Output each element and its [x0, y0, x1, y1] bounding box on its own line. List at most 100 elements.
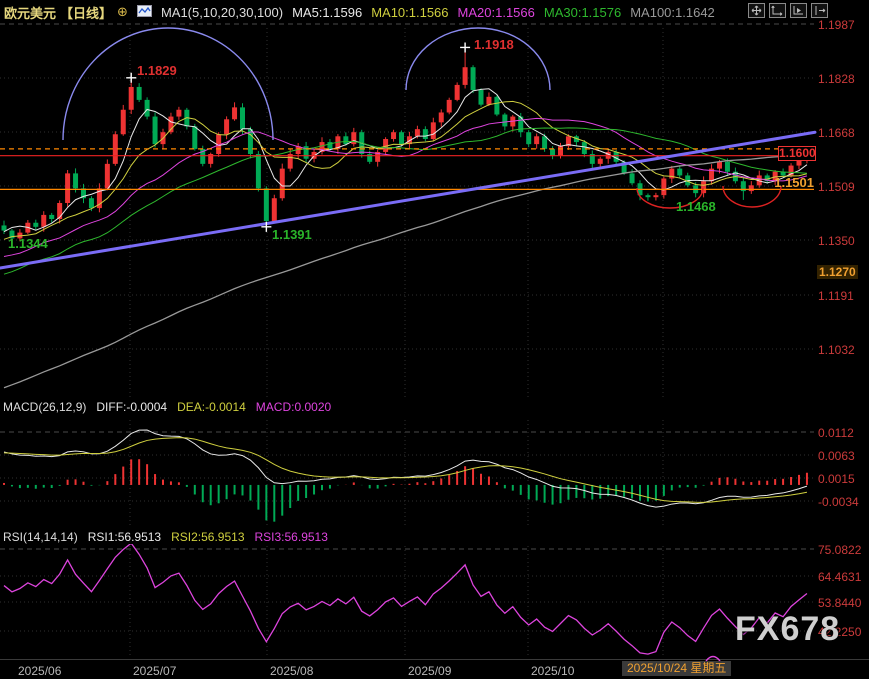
macd-axis-tick: 0.0063: [818, 449, 855, 463]
candle-body: [749, 185, 754, 191]
candle-body: [526, 132, 531, 144]
price-annotation: 1.1344: [8, 236, 49, 251]
candle-body: [65, 173, 70, 203]
candle-body: [701, 181, 706, 193]
time-axis-tick: 2025/09: [408, 664, 451, 678]
candle-body: [471, 67, 476, 90]
macd-axis-tick: 0.0015: [818, 472, 855, 486]
pan-move-icon[interactable]: [748, 3, 765, 18]
rsi-axis-tick: 64.4631: [818, 570, 861, 584]
price-axis-tick: 1.1191: [818, 289, 854, 303]
candle-body: [399, 132, 404, 144]
candle-body: [550, 149, 555, 156]
extreme-cross-marker[interactable]: [460, 42, 470, 52]
macd-diff-value: DIFF:-0.0004: [96, 400, 167, 414]
chart-header: 欧元美元 【日线】 ⊕ MA1(5,10,20,30,100) MA5:1.15…: [0, 0, 869, 24]
candle-body: [494, 97, 499, 115]
gridlines: [0, 24, 869, 660]
rsi-legend: RSI(14,14,14) RSI1:56.9513 RSI2:56.9513 …: [3, 530, 328, 544]
candle-body: [542, 136, 547, 149]
marked-level-tag[interactable]: 1.1270: [817, 265, 858, 279]
ma20-value: MA20:1.1566: [458, 5, 535, 20]
ma20-line: [4, 118, 807, 256]
extreme-cross-marker[interactable]: [126, 73, 136, 83]
macd-axis-tick: 0.0112: [818, 426, 854, 440]
rsi1-value: RSI1:56.9513: [88, 530, 161, 544]
resistance-price-tag[interactable]: 1.1600: [778, 146, 816, 161]
ma-params-label: MA1(5,10,20,30,100): [161, 5, 283, 20]
candle-body: [582, 142, 587, 154]
candle-body: [558, 146, 563, 156]
candle-body: [598, 159, 603, 164]
watermark: FX678: [735, 610, 840, 649]
candle-body: [431, 122, 436, 139]
time-axis-tick: 2025/08: [270, 664, 313, 678]
candle-body: [232, 107, 237, 119]
candle-body: [192, 126, 197, 148]
price-annotation: 1.1468: [676, 199, 716, 214]
price-annotation: 1.1829: [137, 63, 177, 78]
time-axis-tick: 2025/06: [18, 664, 61, 678]
axis-play-icon[interactable]: [790, 3, 807, 18]
candle-body: [105, 164, 110, 189]
candle-body: [121, 110, 126, 135]
candle-body: [272, 198, 277, 221]
candle-body: [73, 173, 78, 188]
rsi2-value: RSI2:56.9513: [171, 530, 244, 544]
candle-body: [41, 215, 46, 227]
symbol-name: 欧元美元: [4, 3, 56, 22]
price-axis-tick: 1.1828: [818, 72, 855, 86]
axis-zoom-icon[interactable]: [769, 3, 786, 18]
candle-body: [280, 169, 285, 199]
rsi3-value: RSI3:56.9513: [255, 530, 328, 544]
price-axis-tick: 1.1509: [818, 180, 855, 194]
candle-body: [343, 136, 348, 144]
candle-body: [137, 87, 142, 100]
macd-legend: MACD(26,12,9) DIFF:-0.0004 DEA:-0.0014 M…: [3, 400, 331, 414]
candle-body: [415, 129, 420, 136]
candle-body: [264, 188, 269, 221]
candle-body: [534, 136, 539, 144]
chart-type-icon[interactable]: [137, 5, 152, 20]
ma10-value: MA10:1.1566: [371, 5, 448, 20]
price-axis-tick: 1.1032: [818, 343, 855, 357]
macd-dea-value: DEA:-0.0014: [177, 400, 246, 414]
ma30-value: MA30:1.1576: [544, 5, 621, 20]
candle-body: [463, 67, 468, 85]
candle-body: [486, 97, 491, 105]
candle-body: [447, 100, 452, 113]
ma100-value: MA100:1.1642: [630, 5, 715, 20]
support-price-tag[interactable]: 1.1501: [768, 175, 814, 190]
candle-body: [49, 215, 54, 219]
candle-body: [256, 154, 261, 188]
candle-body: [129, 87, 134, 110]
chart-canvas[interactable]: 1.18291.19181.13911.13441.1468: [0, 0, 869, 679]
candle-body: [630, 173, 635, 183]
candle-body: [351, 132, 356, 144]
macd-params-label: MACD(26,12,9): [3, 400, 86, 414]
rsi-axis-tick: 53.8440: [818, 596, 861, 610]
candle-body: [677, 169, 682, 176]
price-annotation: 1.1918: [474, 37, 514, 52]
ma5-value: MA5:1.1596: [292, 5, 362, 20]
rsi-axis-tick: 75.0822: [818, 543, 861, 557]
price-axis-tick: 1.1350: [818, 234, 855, 248]
period-label: 【日线】: [60, 3, 112, 22]
macd-value: MACD:0.0020: [256, 400, 331, 414]
time-axis-tick: 2025/10: [531, 664, 574, 678]
candle-body: [439, 112, 444, 122]
candle-body: [153, 117, 158, 145]
candle-body: [89, 198, 94, 208]
chart-toolbar: [748, 3, 828, 18]
add-indicator-icon[interactable]: ⊕: [117, 4, 128, 20]
axis-shift-right-icon[interactable]: [811, 3, 828, 18]
rsi-params-label: RSI(14,14,14): [3, 530, 78, 544]
time-axis-tick: 2025/07: [133, 664, 176, 678]
candle-body: [455, 85, 460, 100]
candle-body: [391, 132, 396, 139]
candle-body: [240, 107, 245, 129]
candle-body: [725, 162, 730, 172]
candle-body: [661, 178, 666, 195]
candle-body: [423, 129, 428, 139]
candle-body: [645, 195, 650, 197]
